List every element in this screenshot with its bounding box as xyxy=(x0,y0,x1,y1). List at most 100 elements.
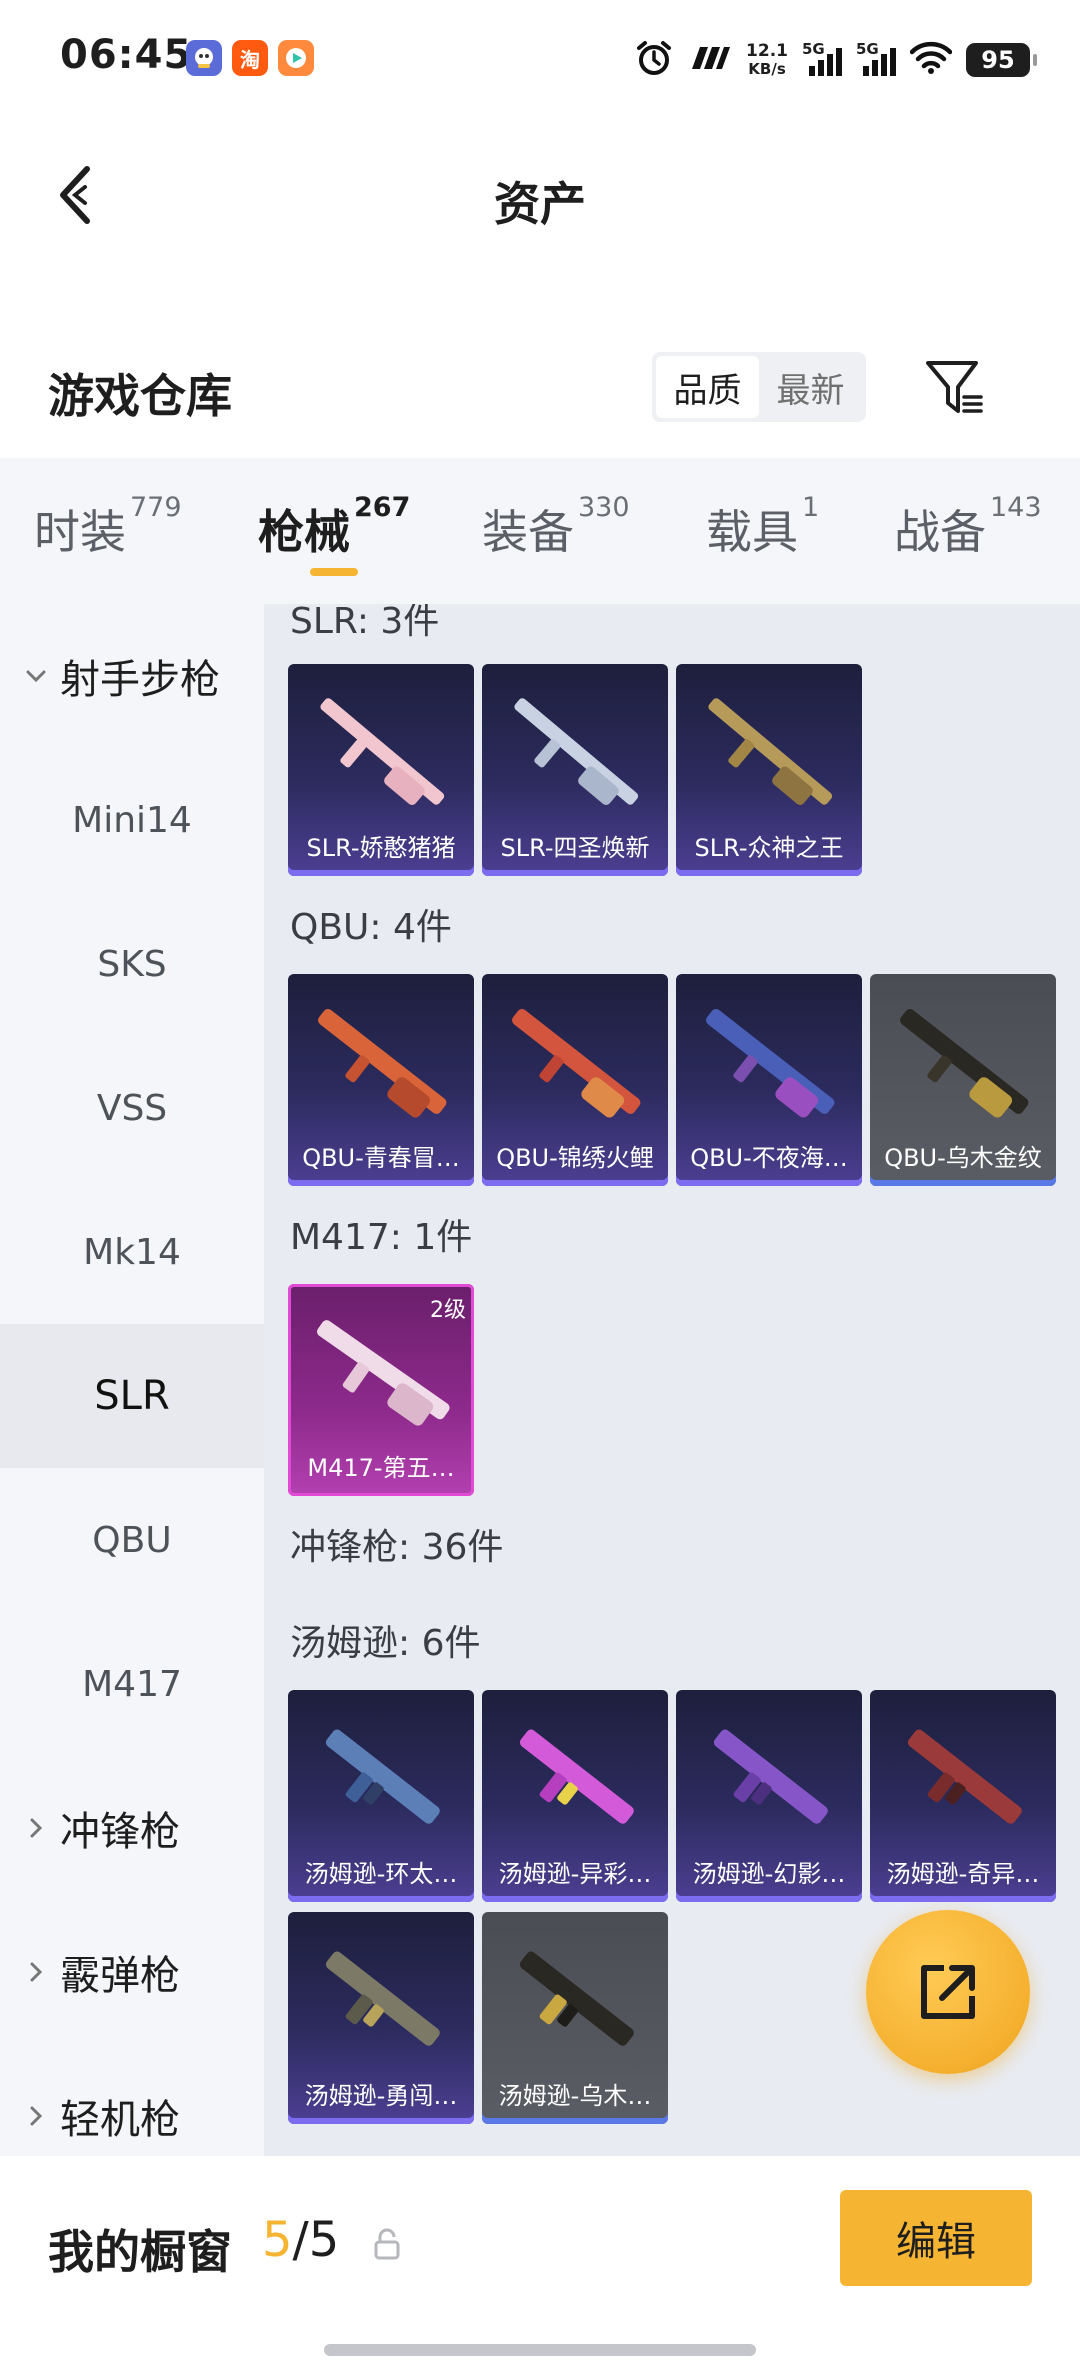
wifi-icon xyxy=(909,41,953,79)
share-icon xyxy=(921,1965,975,2019)
weapon-name: SLR-四圣焕新 xyxy=(500,834,650,862)
weapon-card[interactable]: 汤姆逊-奇异… xyxy=(870,1690,1056,1902)
showcase-label: 我的橱窗 xyxy=(48,2225,232,2279)
sort-by-quality[interactable]: 品质 xyxy=(656,356,759,418)
weapon-name: 汤姆逊-环太… xyxy=(304,1860,458,1888)
section-title-m417: M417: 1件 xyxy=(290,1217,473,1258)
weapon-name: SLR-娇憨猪猪 xyxy=(306,834,456,862)
asset-page: 06:45 淘 12.1 KB/s 5G 5G 95 资产 游戏仓库 品质 最新… xyxy=(0,0,1080,2376)
chevron-down-icon xyxy=(22,662,60,690)
net-speed-value: 12.1 xyxy=(746,41,788,61)
sidebar-group-shotguns[interactable]: 霰弹枪 xyxy=(0,1900,264,2044)
smg-icon xyxy=(325,1729,440,1824)
sidebar-item-m417[interactable]: M417 xyxy=(0,1612,264,1756)
sidebar-item-mini14[interactable]: Mini14 xyxy=(0,748,264,892)
sidebar-item-sks[interactable]: SKS xyxy=(0,892,264,1036)
sidebar-item-label: M417 xyxy=(82,1663,182,1705)
sidebar-item-label: Mini14 xyxy=(72,799,192,841)
weapon-name: QBU-乌木金纹 xyxy=(884,1144,1042,1172)
battery-indicator: 95 xyxy=(966,43,1037,77)
network-speed: 12.1 KB/s xyxy=(746,42,788,78)
weapon-name: QBU-不夜海… xyxy=(690,1144,848,1172)
lock-icon xyxy=(374,2228,400,2260)
rifle-icon xyxy=(708,698,833,805)
tab-count: 1 xyxy=(802,492,820,523)
sidebar-item-label: QBU xyxy=(92,1519,172,1561)
showcase-count: 5/5 xyxy=(262,2212,339,2268)
status-icons: 12.1 KB/s 5G 5G 95 xyxy=(634,36,1037,84)
tab-vehicles[interactable]: 载具 1 xyxy=(706,492,819,562)
tab-count: 330 xyxy=(578,492,630,523)
tab-war-gear[interactable]: 战备 143 xyxy=(894,492,1042,562)
sort-toggle: 品质 最新 xyxy=(652,352,866,422)
tab-label: 枪械 xyxy=(258,505,350,559)
sidebar-item-label: 轻机枪 xyxy=(60,2097,180,2143)
sidebar-item-label: SKS xyxy=(97,943,167,985)
sidebar-item-vss[interactable]: VSS xyxy=(0,1036,264,1180)
share-button[interactable] xyxy=(866,1910,1030,2074)
weapon-card[interactable]: SLR-众神之王 xyxy=(676,664,862,876)
net-speed-unit: KB/s xyxy=(748,60,786,78)
weapon-card[interactable]: QBU-不夜海… xyxy=(676,974,862,1186)
top-nav: 资产 xyxy=(0,140,1080,250)
filter-button[interactable] xyxy=(918,352,990,424)
smg-icon xyxy=(325,1951,440,2046)
sidebar-item-slr[interactable]: SLR xyxy=(0,1324,264,1468)
chevron-right-icon xyxy=(22,1958,60,1986)
weapon-name: 汤姆逊-幻影… xyxy=(692,1860,846,1888)
weapon-card[interactable]: 汤姆逊-异彩… xyxy=(482,1690,668,1902)
home-indicator[interactable] xyxy=(324,2344,756,2356)
weapon-name: M417-第五… xyxy=(307,1454,455,1482)
filter-icon xyxy=(926,361,983,413)
sidebar-item-label: SLR xyxy=(94,1373,170,1419)
status-bar: 06:45 淘 12.1 KB/s 5G 5G 95 xyxy=(0,0,1080,120)
weapon-card[interactable]: SLR-娇憨猪猪 xyxy=(288,664,474,876)
smg-icon xyxy=(519,1951,634,2046)
weapon-card[interactable]: 2级 M417-第五… xyxy=(288,1284,474,1496)
edit-button[interactable]: 编辑 xyxy=(840,2190,1032,2286)
smg-icon xyxy=(519,1729,634,1824)
section-title-slr: SLR: 3件 xyxy=(290,604,440,642)
sidebar-group-smg[interactable]: 冲锋枪 xyxy=(0,1756,264,1900)
tab-label: 时装 xyxy=(34,505,126,559)
weapon-card[interactable]: QBU-青春冒… xyxy=(288,974,474,1186)
sidebar-group-marksman-rifles[interactable]: 射手步枪 xyxy=(0,604,264,748)
section-title-qbu: QBU: 4件 xyxy=(290,907,452,948)
weapon-level-badge: 2级 xyxy=(430,1298,466,1323)
tab-fashion[interactable]: 时装 779 xyxy=(34,492,182,562)
weapon-name: QBU-青春冒… xyxy=(302,1144,460,1172)
tab-firearms[interactable]: 枪械 267 xyxy=(258,492,410,562)
sidebar-item-qbu[interactable]: QBU xyxy=(0,1468,264,1612)
hd-voice-icon xyxy=(688,43,732,77)
rifle-icon xyxy=(320,698,445,805)
alarm-icon xyxy=(634,38,674,82)
tab-count: 267 xyxy=(354,492,411,523)
tab-equipment[interactable]: 装备 330 xyxy=(482,492,630,562)
mascot-app-icon xyxy=(186,40,222,76)
rifle-icon xyxy=(512,1008,641,1118)
tab-label: 战备 xyxy=(894,505,986,559)
showcase-current: 5 xyxy=(262,2212,293,2268)
weapon-card[interactable]: QBU-乌木金纹 xyxy=(870,974,1056,1186)
sort-by-newest[interactable]: 最新 xyxy=(759,356,862,418)
weapon-name: 汤姆逊-勇闯… xyxy=(304,2082,458,2110)
weapon-card[interactable]: 汤姆逊-环太… xyxy=(288,1690,474,1902)
signal-icon-sim1: 5G xyxy=(802,40,842,78)
rifle-icon xyxy=(514,698,639,805)
sidebar-item-label: 射手步枪 xyxy=(60,657,220,703)
showcase-separator: / xyxy=(292,2212,309,2268)
weapon-card[interactable]: QBU-锦绣火鲤 xyxy=(482,974,668,1186)
sidebar-item-mk14[interactable]: Mk14 xyxy=(0,1180,264,1324)
tab-count: 143 xyxy=(990,492,1042,523)
smg-icon xyxy=(713,1729,828,1824)
weapon-card[interactable]: 汤姆逊-幻影… xyxy=(676,1690,862,1902)
weapon-card[interactable]: SLR-四圣焕新 xyxy=(482,664,668,876)
sidebar-item-label: 霰弹枪 xyxy=(60,1953,180,1999)
rifle-icon xyxy=(706,1008,835,1118)
weapon-card[interactable]: 汤姆逊-乌木… xyxy=(482,1912,668,2124)
weapon-card[interactable]: 汤姆逊-勇闯… xyxy=(288,1912,474,2124)
chevron-right-icon xyxy=(22,1814,60,1842)
weapon-name: 汤姆逊-乌木… xyxy=(498,2082,652,2110)
category-tabs: 时装 779 枪械 267 装备 330 载具 1 战备 143 xyxy=(0,458,1080,604)
page-title: 资产 xyxy=(494,177,586,231)
